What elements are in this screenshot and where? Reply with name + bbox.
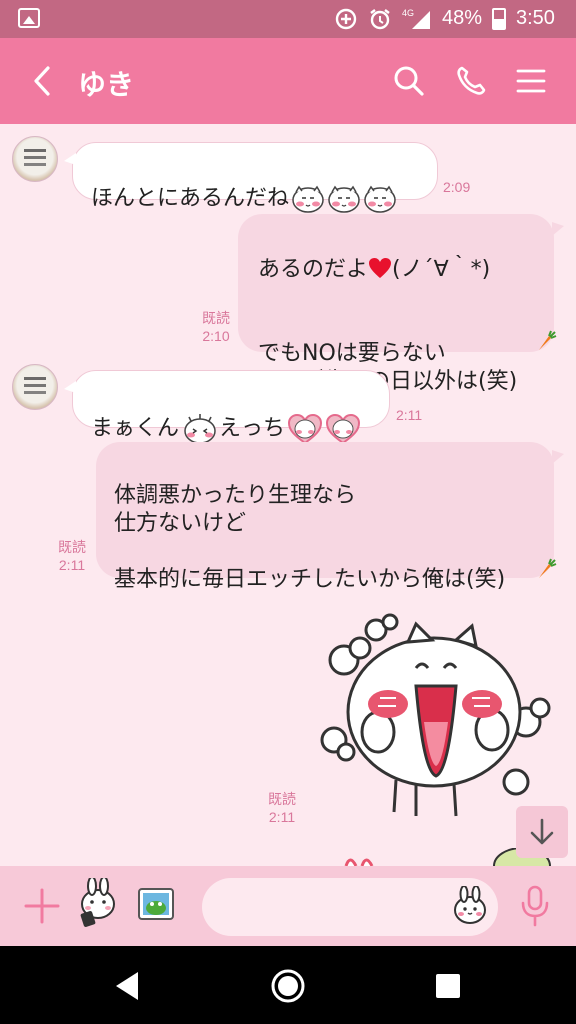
message-time: 2:11 [396, 407, 423, 423]
message-input-bar [0, 866, 576, 946]
nav-home-icon[interactable] [268, 966, 308, 1006]
back-arrow-icon[interactable] [28, 64, 58, 98]
data-saver-icon [335, 8, 357, 30]
status-bar: 4G 48% 3:50 [0, 0, 576, 38]
phone-icon[interactable] [454, 64, 488, 98]
blush-cat-emoji [328, 185, 360, 213]
plus-icon[interactable] [22, 886, 62, 926]
menu-icon[interactable] [514, 64, 548, 98]
search-icon[interactable] [392, 64, 426, 98]
carrot-icon [539, 558, 557, 578]
chat-title: ゆき [78, 68, 135, 101]
read-label: 既読 [58, 539, 86, 555]
message-time: 2:10 [202, 328, 230, 344]
read-receipt: 既読 2:11 [52, 538, 92, 574]
gallery-notification-icon [18, 8, 40, 28]
message-text: 体調悪かったり生理なら 仕方ないけど 基本的に毎日エッチしたいから俺は(笑) [114, 483, 506, 592]
alarm-icon [370, 9, 390, 30]
message-kaomoji: (ノ´∀｀*) [392, 257, 491, 282]
message-time: 2:11 [268, 809, 296, 825]
message-text: ほんとにあるんだね [91, 186, 290, 211]
battery-icon [492, 8, 506, 30]
scroll-to-bottom-button[interactable] [516, 806, 568, 858]
nav-back-icon[interactable] [108, 966, 148, 1006]
blush-cat-emoji [364, 185, 396, 213]
message-bubble-incoming[interactable]: まぁくん えっち [64, 370, 390, 445]
signal-4g-icon: 4G [402, 8, 430, 29]
sticker-icon[interactable] [76, 878, 120, 928]
status-clock: 3:50 [516, 7, 555, 29]
nav-recents-icon[interactable] [428, 966, 468, 1006]
message-text: まぁくん [91, 416, 180, 441]
read-receipt: 既読 2:11 [262, 790, 302, 826]
message-text: えっち [219, 416, 286, 441]
carrot-icon [539, 330, 557, 350]
heart-cat-emoji [326, 413, 361, 445]
message-text: あるのだよ [258, 257, 369, 282]
message-bubble-outgoing[interactable]: あるのだよ (ノ´∀｀*) でもNOは要らない ゆきが生理の日以外は(笑) [238, 214, 564, 394]
message-bubble-incoming[interactable]: ほんとにあるんだね [64, 142, 438, 213]
system-navigation-bar [0, 946, 576, 1024]
battery-percent: 48% [442, 7, 483, 29]
read-label: 既読 [268, 791, 296, 807]
read-label: 既読 [202, 310, 230, 326]
down-arrow-icon [530, 818, 554, 845]
emoji-icon[interactable] [450, 886, 490, 926]
microphone-icon[interactable] [518, 884, 552, 928]
chat-header: ゆき [0, 38, 576, 124]
sparkle-cat-emoji [184, 414, 216, 444]
avatar[interactable] [12, 136, 58, 182]
blush-cat-emoji [292, 185, 324, 213]
photo-icon[interactable] [136, 884, 176, 924]
message-time: 2:09 [443, 179, 471, 195]
avatar[interactable] [12, 364, 58, 410]
message-bubble-outgoing[interactable]: 体調悪かったり生理なら 仕方ないけど 基本的に毎日エッチしたいから俺は(笑) [96, 442, 564, 592]
message-time: 2:11 [58, 557, 86, 573]
read-receipt: 既読 2:10 [196, 309, 236, 345]
network-type-label: 4G [402, 8, 414, 18]
red-heart-icon [369, 258, 392, 278]
excited-white-cat-sticker[interactable] [316, 612, 556, 822]
heart-cat-emoji [288, 413, 323, 445]
message-text-line: あるのだよ (ノ´∀｀*) [258, 256, 554, 284]
next-sticker-peek [344, 858, 374, 866]
chat-area[interactable]: ほんとにあるんだね 2:09 あるのだよ (ノ´∀｀*) でもNOは要らない ゆき… [0, 124, 576, 866]
